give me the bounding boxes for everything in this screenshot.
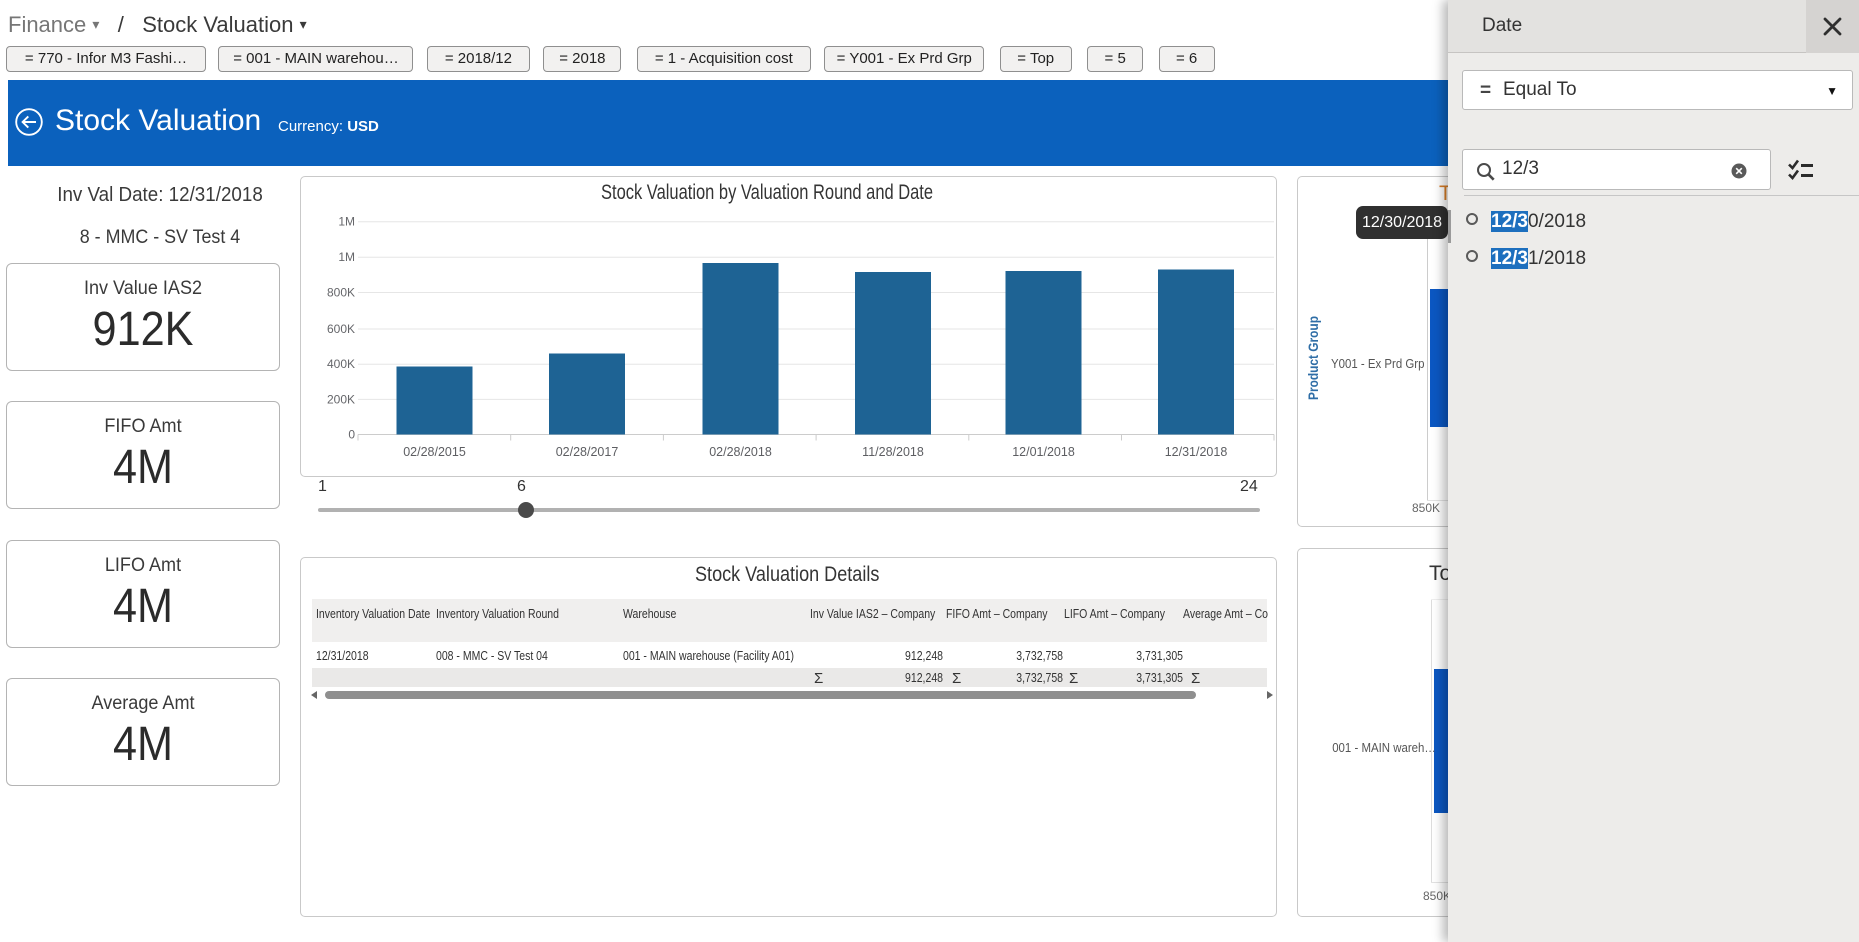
svg-text:02/28/2018: 02/28/2018 [709, 445, 772, 459]
svg-text:02/28/2017: 02/28/2017 [556, 445, 619, 459]
svg-text:11/28/2018: 11/28/2018 [862, 445, 924, 459]
svg-text:1M: 1M [338, 215, 355, 229]
svg-text:600K: 600K [327, 322, 355, 336]
svg-text:0: 0 [348, 428, 355, 442]
svg-text:12/31/2018: 12/31/2018 [1165, 445, 1228, 459]
svg-text:400K: 400K [327, 357, 355, 371]
svg-text:02/28/2015: 02/28/2015 [403, 445, 466, 459]
svg-text:12/01/2018: 12/01/2018 [1012, 445, 1075, 459]
svg-text:1M: 1M [338, 250, 355, 264]
svg-text:800K: 800K [327, 286, 355, 300]
svg-text:200K: 200K [327, 392, 355, 406]
